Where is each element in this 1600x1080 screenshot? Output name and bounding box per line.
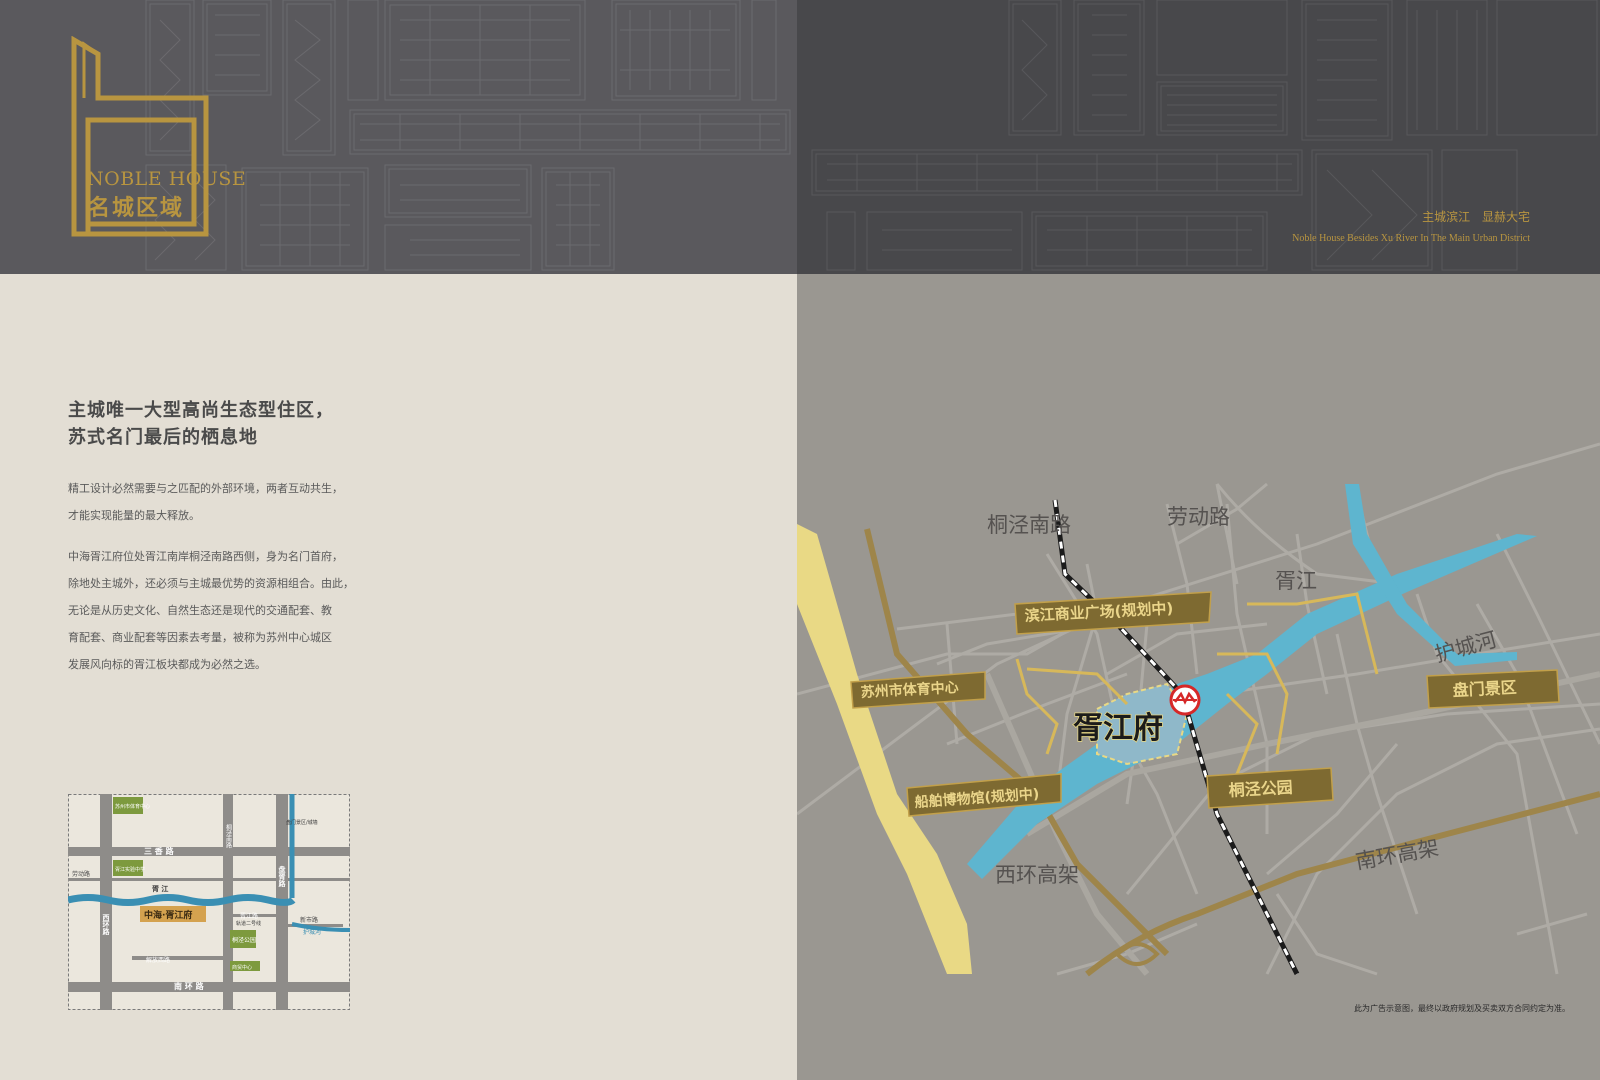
paragraph-2-line-3: 无论是从历史文化、自然生态还是现代的交通配套、教 bbox=[68, 604, 332, 617]
mini-road-sanxiang bbox=[68, 847, 350, 856]
headline-line-1: 主城唯一大型高尚生态型住区， bbox=[68, 400, 334, 421]
project-label: 胥江府 bbox=[1073, 711, 1163, 746]
mini-label-xinshi: 新市路 bbox=[300, 916, 318, 924]
mini-poi-stadium: 苏州市体育中心 bbox=[115, 803, 150, 810]
paragraph-1-line-1: 精工设计必然需要与之匹配的外部环境，两者互动共生， bbox=[68, 482, 343, 495]
logo-chinese-text: 名城区域 bbox=[88, 196, 185, 221]
label-xujiang-river: 胥江 bbox=[1275, 569, 1317, 593]
mini-label-xujiang-road: 胥江路 bbox=[240, 912, 258, 920]
mini-project-label: 中海·胥江府 bbox=[144, 909, 192, 921]
mini-label-moat: 护城河 bbox=[303, 928, 321, 936]
mini-poi-school: 胥江实验中学 bbox=[115, 866, 145, 873]
poi-binjiang-plaque: 滨江商业广场(规划中) bbox=[1014, 591, 1212, 635]
main-map-panel: 桐泾南路 劳动路 西环高架 南环高架 胥江 护城河 胥江府 滨江商业广场(规划中… bbox=[797, 274, 1600, 1080]
mini-poi-commerce: 商贸中心 bbox=[232, 964, 252, 971]
header-left: NOBLE HOUSE 名城区域 bbox=[0, 0, 797, 274]
poi-tongjing-park-plaque: 桐泾公园 bbox=[1206, 767, 1334, 809]
poi-panmen: 盘门景区 bbox=[1452, 678, 1517, 700]
mini-label-tongjing: 桐泾南路 bbox=[225, 823, 232, 849]
paragraph-2-line-1: 中海胥江府位处胥江南岸桐泾南路西侧，身为名门首府， bbox=[68, 550, 343, 563]
main-location-map: 桐泾南路 劳动路 西环高架 南环高架 胥江 护城河 胥江府 滨江商业广场(规划中… bbox=[797, 442, 1600, 977]
mini-poi-tongjing-park: 桐泾公园 bbox=[232, 936, 256, 944]
mini-label-sanxiang: 三 香 路 bbox=[144, 846, 175, 856]
poi-panmen-plaque: 盘门景区 bbox=[1426, 669, 1560, 709]
paragraph-2-line-4: 育配套、商业配套等因素去考量，被称为苏州中心城区 bbox=[68, 631, 332, 644]
disclaimer-text: 此为广告示意图，最终以政府规划及买卖双方合同约定为准。 bbox=[1354, 1004, 1570, 1013]
mini-label-panxu: 盘胥路 bbox=[278, 865, 287, 888]
mini-road-laodong bbox=[68, 878, 350, 881]
metro-station-icon bbox=[1169, 684, 1201, 716]
location-mini-map: 三 香 路 南 环 路 劳动路 解放西路 胥江路 新市路 西环路 桐泾南路 盘胥… bbox=[68, 794, 350, 1010]
mini-label-jiefang: 解放西路 bbox=[146, 956, 170, 964]
headline-line-2: 苏式名门最后的栖息地 bbox=[68, 427, 258, 448]
paragraph-2-line-2: 除地处主城外，还必须与主城最优势的资源相组合。由此， bbox=[68, 577, 354, 590]
header-right: 主城滨江 显赫大宅 Noble House Besides Xu River I… bbox=[797, 0, 1600, 274]
paragraph-2-line-5: 发展风向标的胥江板块都成为必然之选。 bbox=[68, 658, 266, 671]
tagline-chinese: 主城滨江 显赫大宅 bbox=[1422, 210, 1530, 224]
label-xihuan-expressway: 西环高架 bbox=[995, 863, 1079, 887]
mini-label-river: 胥 江 bbox=[152, 884, 168, 893]
mini-poi-metro: 轨道二号线 bbox=[236, 920, 261, 927]
label-nanhuan-expressway: 南环高架 bbox=[1354, 836, 1441, 874]
poi-stadium-plaque: 苏州市体育中心 bbox=[850, 671, 986, 709]
mini-road-nanhuan bbox=[68, 982, 350, 992]
mini-river-xujiang bbox=[68, 894, 296, 906]
mini-label-laodong: 劳动路 bbox=[72, 870, 90, 878]
poi-tongjing-park: 桐泾公园 bbox=[1228, 778, 1293, 800]
logo-english-text: NOBLE HOUSE bbox=[87, 168, 247, 190]
mini-poi-panmen: 盘门景区/城墙 bbox=[286, 819, 318, 826]
paragraph-1-line-2: 才能实现能量的最大释放。 bbox=[68, 509, 200, 522]
tagline-english: Noble House Besides Xu River In The Main… bbox=[1292, 233, 1530, 244]
label-tongjing-nan-road: 桐泾南路 bbox=[987, 513, 1071, 537]
mini-label-xihuan: 西环路 bbox=[102, 914, 111, 936]
label-laodong-road: 劳动路 bbox=[1167, 505, 1230, 529]
mini-label-nanhuan: 南 环 路 bbox=[174, 981, 205, 991]
